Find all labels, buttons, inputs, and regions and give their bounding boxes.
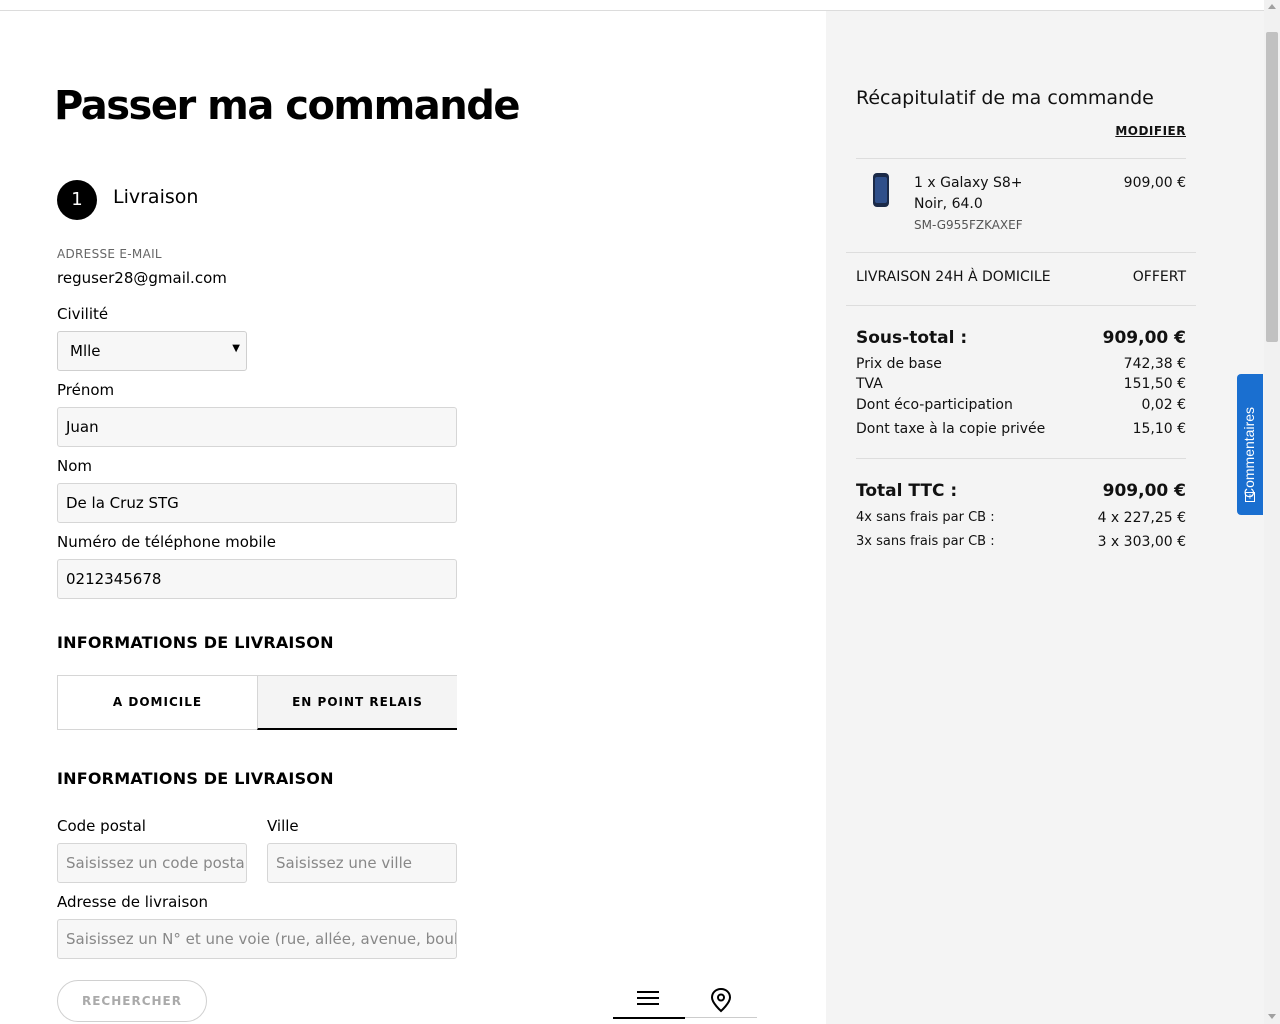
civility-value: Mlle: [70, 342, 101, 360]
checkout-form: Passer ma commande 1 Livraison ADRESSE E…: [0, 11, 826, 1024]
top-border: [0, 0, 1264, 11]
copy-tax-label: Dont taxe à la copie privée: [856, 421, 1046, 437]
product-price: 909,00 €: [1123, 175, 1186, 191]
civility-label: Civilité: [57, 305, 109, 323]
email-label: ADRESSE E-MAIL: [57, 247, 162, 261]
last-name-field[interactable]: De la Cruz STG: [57, 483, 457, 523]
subtotal-value: 909,00 €: [1102, 328, 1186, 348]
installments-3-value: 3 x 303,00 €: [1097, 534, 1186, 550]
city-placeholder: Saisissez une ville: [276, 854, 412, 872]
tva-value: 151,50 €: [1123, 376, 1186, 392]
copy-tax-value: 15,10 €: [1132, 421, 1186, 437]
divider: [846, 252, 1196, 253]
product-name: 1 x Galaxy S8+: [914, 175, 1023, 191]
address-heading: INFORMATIONS DE LIVRAISON: [57, 769, 334, 788]
divider: [846, 305, 1196, 306]
product-variant: Noir, 64.0: [914, 196, 983, 212]
scrollbar[interactable]: [1264, 0, 1280, 1024]
phone-value: 0212345678: [66, 570, 162, 588]
civility-select[interactable]: Mlle ▼: [57, 331, 247, 371]
step-label: Livraison: [113, 186, 199, 208]
delivery-info-heading: INFORMATIONS DE LIVRAISON: [57, 633, 334, 652]
list-view-toggle[interactable]: [613, 979, 685, 1019]
first-name-field[interactable]: Juan: [57, 407, 457, 447]
list-icon: [637, 991, 659, 1005]
postal-code-field[interactable]: Saisissez un code postal: [57, 843, 247, 883]
address-label: Adresse de livraison: [57, 893, 208, 911]
order-summary: Récapitulatif de ma commande MODIFIER 1 …: [826, 11, 1264, 1024]
tab-relay-point[interactable]: EN POINT RELAIS: [257, 676, 457, 730]
search-button[interactable]: RECHERCHER: [57, 980, 207, 1022]
last-name-label: Nom: [57, 457, 93, 475]
first-name-value: Juan: [66, 418, 99, 436]
location-pin-icon: [710, 987, 732, 1013]
address-field[interactable]: Saisissez un N° et une voie (rue, allée,…: [57, 919, 457, 959]
delivery-mode-tabs: A DOMICILE EN POINT RELAIS: [57, 675, 457, 730]
total-label: Total TTC :: [856, 481, 958, 501]
feedback-label: Commentaires: [1241, 406, 1257, 498]
feedback-tab[interactable]: + Commentaires: [1237, 374, 1263, 515]
phone-field[interactable]: 0212345678: [57, 559, 457, 599]
installments-4-label: 4x sans frais par CB :: [856, 510, 995, 525]
shipping-label: LIVRAISON 24H À DOMICILE: [856, 269, 1051, 285]
page-title: Passer ma commande: [54, 83, 521, 129]
email-value: reguser28@gmail.com: [57, 269, 227, 287]
scrollbar-thumb[interactable]: [1266, 32, 1278, 342]
divider: [856, 158, 1186, 159]
chevron-down-icon: ▼: [232, 343, 240, 354]
total-value: 909,00 €: [1102, 481, 1186, 501]
map-view-toggle[interactable]: [685, 979, 757, 1018]
installments-4-value: 4 x 227,25 €: [1097, 510, 1186, 526]
eco-label: Dont éco-participation: [856, 397, 1013, 413]
first-name-label: Prénom: [57, 381, 115, 399]
base-price-label: Prix de base: [856, 356, 942, 372]
product-sku: SM-G955FZKAXEF: [914, 218, 1023, 232]
city-field[interactable]: Saisissez une ville: [267, 843, 457, 883]
postal-code-placeholder: Saisissez un code postal: [66, 854, 247, 872]
subtotal-label: Sous-total :: [856, 328, 968, 348]
installments-3-label: 3x sans frais par CB :: [856, 534, 995, 549]
postal-code-label: Code postal: [57, 817, 146, 835]
summary-title: Récapitulatif de ma commande: [856, 87, 1154, 109]
divider: [856, 458, 1186, 459]
phone-label: Numéro de téléphone mobile: [57, 533, 276, 551]
address-placeholder: Saisissez un N° et une voie (rue, allée,…: [66, 930, 456, 948]
scroll-up-arrow-icon[interactable]: [1268, 4, 1276, 9]
tab-home-delivery[interactable]: A DOMICILE: [58, 676, 257, 729]
tva-label: TVA: [856, 376, 883, 392]
shipping-value: OFFERT: [1132, 269, 1186, 285]
scroll-down-arrow-icon[interactable]: [1268, 1014, 1276, 1019]
step-number: 1: [57, 180, 97, 220]
last-name-value: De la Cruz STG: [66, 494, 179, 512]
city-label: Ville: [267, 817, 299, 835]
modify-link[interactable]: MODIFIER: [1115, 124, 1186, 138]
eco-value: 0,02 €: [1141, 397, 1186, 413]
product-thumbnail: [873, 173, 889, 207]
base-price-value: 742,38 €: [1123, 356, 1186, 372]
